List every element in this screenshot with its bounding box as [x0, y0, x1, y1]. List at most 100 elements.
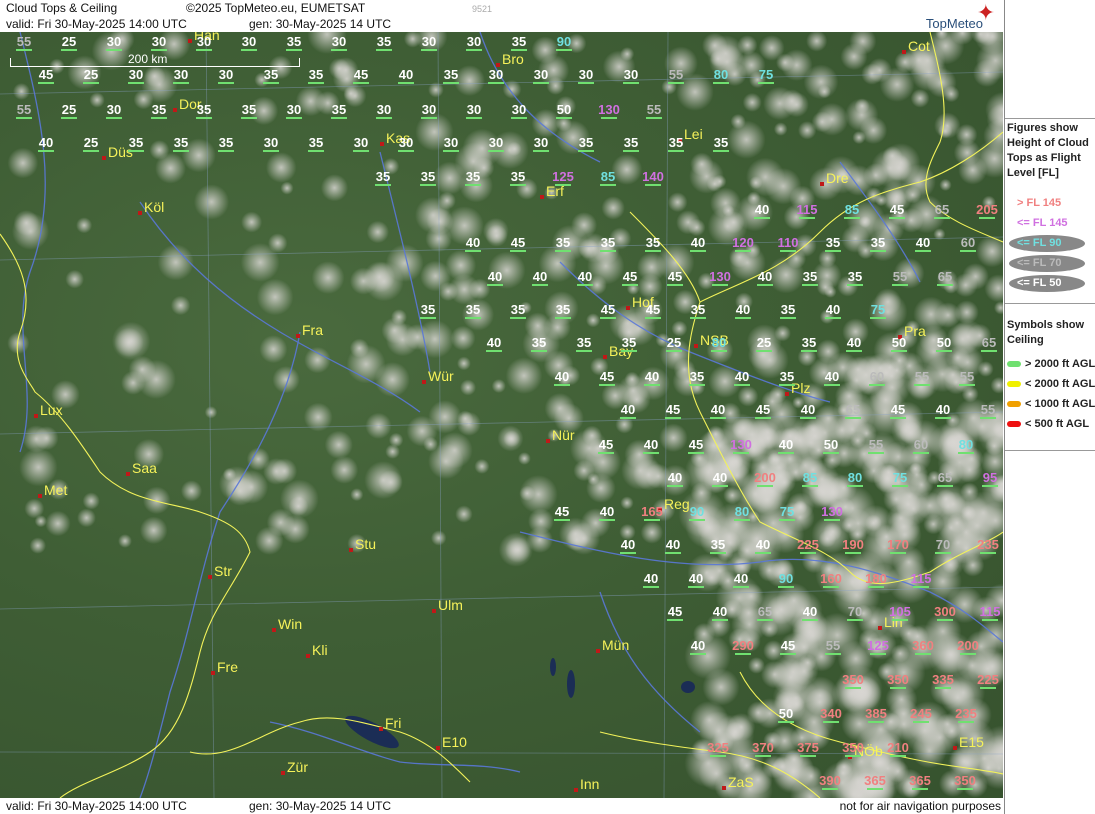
cloud-top-value: 25 — [667, 335, 681, 350]
cloud-top-value: 35 — [152, 102, 166, 117]
city-label: Kli — [312, 642, 328, 658]
cloud-top-value: 325 — [707, 740, 729, 755]
cloud-top-value: 35 — [532, 335, 546, 350]
cloud-top-value: 30 — [489, 135, 503, 150]
cloud-tops-map[interactable]: Han Bro Dor Kas Lei Düs Erf Dre Köl Hof Fra Bay Pra W… — [0, 32, 1003, 798]
cloud-top-value: 35 — [690, 369, 704, 384]
cloud-top-value: 45 — [689, 437, 703, 452]
city-marker — [272, 628, 276, 632]
cloud-top-value: 45 — [555, 504, 569, 519]
city-label: Win — [278, 616, 302, 632]
legend-tops-item: <= FL 90 — [1017, 237, 1062, 249]
city-label: Reg — [664, 496, 690, 512]
cloud-top-value: 335 — [932, 672, 954, 687]
cloud-top-value: 45 — [646, 302, 660, 317]
cloud-top-value: 40 — [621, 537, 635, 552]
cloud-top-value: 105 — [889, 604, 911, 619]
city-marker — [953, 746, 957, 750]
cloud-top-value: 40 — [756, 537, 770, 552]
logo-text: TopMeteo — [925, 16, 983, 31]
cloud-top-value: 35 — [624, 135, 638, 150]
topmeteo-logo[interactable]: TopMeteo ✦ — [905, 2, 995, 32]
cloud-top-value: 80 — [714, 67, 728, 82]
city-marker — [694, 344, 698, 348]
city-label: Zür — [287, 759, 308, 775]
cloud-top-value: 115 — [980, 604, 1001, 619]
city-marker — [349, 548, 353, 552]
cloud-top-value: 30 — [264, 135, 278, 150]
legend-tops-item: <= FL 145 — [1017, 217, 1068, 229]
cloud-top-value: 225 — [977, 672, 999, 687]
ceiling-legend-heading: Symbols show Ceiling — [1007, 319, 1085, 346]
city-marker — [138, 211, 142, 215]
cloud-top-value: 35 — [129, 135, 143, 150]
cloud-top-value: 40 — [801, 402, 815, 417]
cloud-top-value: 350 — [842, 740, 864, 755]
city-label: Wür — [428, 368, 454, 384]
legend-panel: Figures show Height of Cloud Tops as Fli… — [1004, 0, 1095, 814]
footer-bar: valid: Fri 30-May-2025 14:00 UTC gen: 30… — [0, 798, 1003, 814]
city-marker — [540, 195, 544, 199]
cloud-top-value: 75 — [871, 302, 885, 317]
city-label: ZaS — [728, 774, 754, 790]
cloud-top-value: 35 — [803, 269, 817, 284]
cloud-top-value: 45 — [891, 402, 905, 417]
cloud-top-value: 45 — [666, 402, 680, 417]
city-marker — [188, 39, 192, 43]
cloud-top-value: 35 — [377, 34, 391, 49]
cloud-top-value: 30 — [129, 67, 143, 82]
cloud-top-value: 35 — [579, 135, 593, 150]
city-label: Fri — [385, 715, 401, 731]
cloud-top-value: 125 — [552, 169, 574, 184]
city-marker — [34, 414, 38, 418]
cloud-top-value: 35 — [174, 135, 188, 150]
city-label: Ulm — [438, 597, 463, 613]
cloud-top-value: 200 — [754, 470, 776, 485]
cloud-top-value: 50 — [824, 437, 838, 452]
cloud-top-value: 30 — [219, 67, 233, 82]
copyright-text: ©2025 TopMeteo.eu, EUMETSAT — [186, 1, 366, 15]
cloud-top-value: 55 — [826, 638, 840, 653]
cloud-top-value: 50 — [937, 335, 951, 350]
city-marker — [626, 306, 630, 310]
legend-ceiling-item: < 2000 ft AGL — [1025, 378, 1095, 390]
cloud-top-value: 30 — [512, 102, 526, 117]
cloud-top-value: 40 — [488, 269, 502, 284]
city-marker — [126, 472, 130, 476]
cloud-top-value: 35 — [669, 135, 683, 150]
cloud-top-value: 205 — [976, 202, 998, 217]
cloud-top-value: 30 — [332, 34, 346, 49]
cloud-top-value: 235 — [977, 537, 999, 552]
city-marker — [102, 156, 106, 160]
city-marker — [574, 788, 578, 792]
cloud-top-value: 35 — [826, 235, 840, 250]
cloud-top-value: 30 — [467, 34, 481, 49]
city-label: Pra — [904, 323, 926, 339]
cloud-top-value: 35 — [332, 102, 346, 117]
cloud-top-value: 35 — [421, 169, 435, 184]
city-marker — [306, 654, 310, 658]
city-marker — [173, 108, 177, 112]
cloud-top-value: 365 — [909, 773, 931, 788]
cloud-top-value: 125 — [867, 638, 889, 653]
cloud-top-value: 40 — [668, 470, 682, 485]
cloud-top-value: 95 — [983, 470, 997, 485]
cloud-top-value: 35 — [802, 335, 816, 350]
city-marker — [379, 727, 383, 731]
city-label: E10 — [442, 734, 467, 750]
cloud-top-value: 55 — [981, 402, 995, 417]
city-label: Köl — [144, 199, 164, 215]
cloud-top-value: 35 — [556, 302, 570, 317]
cloud-top-value: 55 — [669, 67, 683, 82]
cloud-top-value: 35 — [309, 67, 323, 82]
cloud-top-value: 350 — [954, 773, 976, 788]
city-label: Cot — [908, 38, 930, 54]
cloud-top-value: 110 — [778, 235, 799, 250]
city-label: Dre — [826, 170, 849, 186]
cloud-top-value: 40 — [735, 369, 749, 384]
cloud-top-value: 35 — [781, 302, 795, 317]
city-marker — [38, 494, 42, 498]
city-marker — [436, 746, 440, 750]
cloud-top-value: 40 — [713, 604, 727, 619]
cloud-top-value: 35 — [376, 169, 390, 184]
